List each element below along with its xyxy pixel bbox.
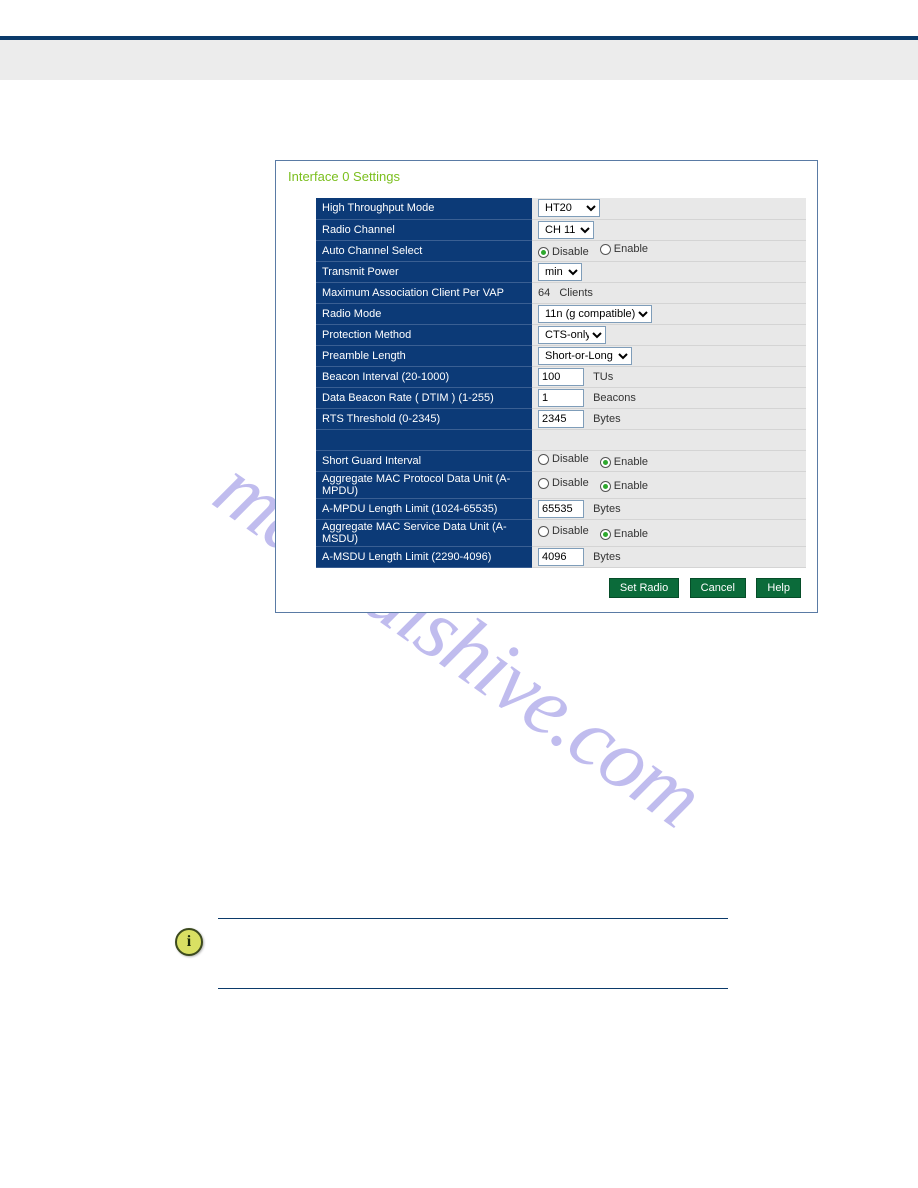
label-ampdu-len: A-MPDU Length Limit (1024-65535) bbox=[316, 498, 532, 519]
ampdu-len-unit: Bytes bbox=[593, 503, 621, 515]
amsdu-len-unit: Bytes bbox=[593, 551, 621, 563]
radio-mode-select[interactable]: 11n (g compatible) bbox=[538, 305, 652, 323]
max-assoc-value: 64 bbox=[538, 287, 550, 299]
label-protection: Protection Method bbox=[316, 324, 532, 345]
ampdu-enable-radio[interactable] bbox=[600, 481, 611, 492]
cancel-button[interactable]: Cancel bbox=[690, 578, 746, 598]
label-ampdu: Aggregate MAC Protocol Data Unit (A-MPDU… bbox=[316, 471, 532, 498]
label-amsdu: Aggregate MAC Service Data Unit (A-MSDU) bbox=[316, 519, 532, 546]
spacer-label bbox=[316, 429, 532, 450]
label-beacon: Beacon Interval (20-1000) bbox=[316, 366, 532, 387]
auto-channel-disable-label: Disable bbox=[552, 246, 589, 258]
sgi-disable-label: Disable bbox=[552, 453, 589, 465]
label-dtim: Data Beacon Rate ( DTIM ) (1-255) bbox=[316, 387, 532, 408]
label-rts: RTS Threshold (0-2345) bbox=[316, 408, 532, 429]
label-radio-channel: Radio Channel bbox=[316, 219, 532, 240]
help-button[interactable]: Help bbox=[756, 578, 801, 598]
amsdu-len-input[interactable] bbox=[538, 548, 584, 566]
auto-channel-enable-radio[interactable] bbox=[600, 244, 611, 255]
set-radio-button[interactable]: Set Radio bbox=[609, 578, 679, 598]
label-radio-mode: Radio Mode bbox=[316, 303, 532, 324]
amsdu-disable-radio[interactable] bbox=[538, 526, 549, 537]
rts-unit: Bytes bbox=[593, 413, 621, 425]
beacon-input[interactable] bbox=[538, 368, 584, 386]
label-ht-mode: High Throughput Mode bbox=[316, 198, 532, 219]
ampdu-enable-label: Enable bbox=[614, 480, 648, 492]
spacer-cell bbox=[532, 429, 806, 450]
panel-title: Interface 0 Settings bbox=[288, 169, 807, 184]
ampdu-disable-radio[interactable] bbox=[538, 478, 549, 489]
max-assoc-unit: Clients bbox=[559, 287, 593, 299]
settings-panel: Interface 0 Settings High Throughput Mod… bbox=[275, 160, 818, 613]
auto-channel-disable-radio[interactable] bbox=[538, 247, 549, 258]
auto-channel-enable-label: Enable bbox=[614, 243, 648, 255]
label-auto-channel: Auto Channel Select bbox=[316, 240, 532, 261]
preamble-select[interactable]: Short-or-Long bbox=[538, 347, 632, 365]
sgi-disable-radio[interactable] bbox=[538, 454, 549, 465]
dtim-unit: Beacons bbox=[593, 392, 636, 404]
sgi-enable-label: Enable bbox=[614, 456, 648, 468]
ht-mode-select[interactable]: HT20 bbox=[538, 199, 600, 217]
button-row: Set Radio Cancel Help bbox=[286, 578, 801, 598]
label-amsdu-len: A-MSDU Length Limit (2290-4096) bbox=[316, 546, 532, 567]
label-preamble: Preamble Length bbox=[316, 345, 532, 366]
tx-power-select[interactable]: min bbox=[538, 263, 582, 281]
settings-table: High Throughput Mode HT20 Radio Channel … bbox=[316, 198, 806, 568]
label-tx-power: Transmit Power bbox=[316, 261, 532, 282]
dtim-input[interactable] bbox=[538, 389, 584, 407]
ampdu-disable-label: Disable bbox=[552, 477, 589, 489]
amsdu-enable-label: Enable bbox=[614, 528, 648, 540]
ampdu-len-input[interactable] bbox=[538, 500, 584, 518]
amsdu-disable-label: Disable bbox=[552, 525, 589, 537]
info-icon: i bbox=[175, 928, 203, 956]
radio-channel-select[interactable]: CH 11 bbox=[538, 221, 594, 239]
protection-select[interactable]: CTS-only bbox=[538, 326, 606, 344]
sgi-enable-radio[interactable] bbox=[600, 457, 611, 468]
label-max-assoc: Maximum Association Client Per VAP bbox=[316, 282, 532, 303]
rts-input[interactable] bbox=[538, 410, 584, 428]
beacon-unit: TUs bbox=[593, 371, 613, 383]
top-band bbox=[0, 40, 918, 80]
amsdu-enable-radio[interactable] bbox=[600, 529, 611, 540]
label-sgi: Short Guard Interval bbox=[316, 450, 532, 471]
note-rule-top bbox=[218, 918, 728, 919]
note-rule-bottom bbox=[218, 988, 728, 989]
